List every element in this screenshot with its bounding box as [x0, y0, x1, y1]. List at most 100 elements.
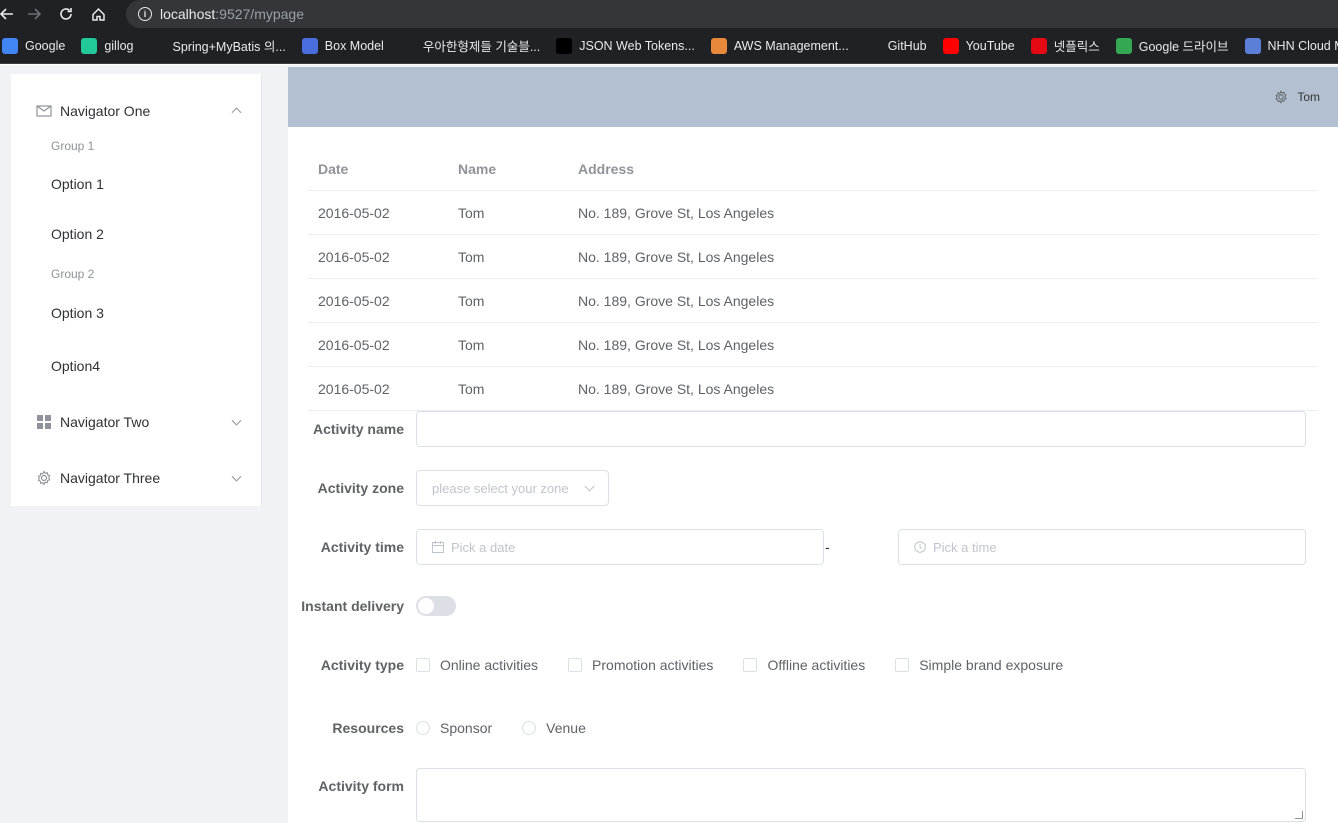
instant-delivery-switch[interactable] [416, 596, 456, 616]
bookmark-label: NHN Cloud Me [1267, 38, 1338, 53]
tistory-icon [149, 37, 166, 54]
label-activity-zone: Activity zone [317, 480, 404, 496]
reload-icon[interactable] [50, 0, 82, 28]
cell-name: Tom [458, 336, 485, 353]
checkbox-label: Offline activities [767, 657, 866, 673]
form-row-activity-form: Activity form [288, 768, 1338, 822]
bookmark-item[interactable]: JSON Web Tokens... [556, 37, 695, 54]
column-header-date[interactable]: Date [308, 161, 448, 177]
activity-zone-select[interactable]: please select your zone [416, 470, 609, 506]
menu-navigator-three[interactable]: Navigator Three [11, 450, 262, 506]
grid-icon [35, 413, 53, 431]
menu-navigator-two[interactable]: Navigator Two [11, 394, 262, 450]
aws-icon [710, 37, 727, 54]
calendar-icon [432, 541, 444, 553]
cell-address: No. 189, Grove St, Los Angeles [578, 380, 775, 397]
jwt-icon [556, 37, 573, 54]
checkbox[interactable] [895, 658, 910, 672]
group-title-1: Group 1 [51, 139, 95, 153]
velog-icon [81, 37, 98, 54]
bookmark-label: YouTube [965, 38, 1015, 53]
radio-button[interactable] [416, 721, 430, 735]
forward-icon[interactable] [18, 0, 50, 28]
drive-icon [1115, 37, 1132, 54]
menu-option-4[interactable]: Option4 [11, 341, 262, 391]
bookmark-item[interactable]: 넷플릭스 [1030, 36, 1100, 55]
chevron-down-icon [231, 415, 242, 426]
table-row[interactable]: 2016-05-02 Tom No. 189, Grove St, Los Ange… [308, 279, 1318, 323]
activity-type-option[interactable]: Promotion activities [568, 657, 713, 673]
label-activity-form: Activity form [318, 778, 404, 794]
home-icon[interactable] [82, 0, 114, 28]
github-icon [864, 37, 881, 54]
bookmark-item[interactable]: Box Model [301, 37, 384, 54]
cell-date: 2016-05-02 [318, 204, 390, 221]
bookmark-item[interactable]: AWS Management... [710, 37, 849, 54]
resource-option[interactable]: Sponsor [416, 720, 492, 736]
info-icon[interactable]: i [138, 7, 152, 21]
cell-address: No. 189, Grove St, Los Angeles [578, 204, 775, 221]
bookmark-label: gillog [104, 38, 134, 53]
menu-navigator-one-label: Navigator One [60, 103, 151, 119]
menu-navigator-one[interactable]: Navigator One [11, 83, 262, 139]
bookmark-label: 우아한형제들 기술블... [422, 40, 541, 54]
sidebar-menu: Navigator One Group 1 Option 1 Option 2 … [11, 74, 262, 506]
app-header: Tom [288, 67, 1338, 127]
date-placeholder: Pick a date [451, 539, 516, 555]
radio-button[interactable] [522, 721, 537, 735]
cell-name: Tom [458, 292, 485, 309]
activity-type-option[interactable]: Online activities [416, 657, 538, 673]
bookmark-item[interactable]: 우아한형제들 기술블... [399, 36, 541, 55]
message-icon [35, 102, 53, 120]
resource-option[interactable]: Venue [522, 720, 586, 736]
date-picker-input[interactable]: Pick a date [416, 529, 824, 565]
bookmark-item[interactable]: Google [2, 37, 66, 54]
bookmark-item[interactable]: GitHub [864, 37, 927, 54]
bookmark-item[interactable]: NHN Cloud Me [1244, 37, 1338, 54]
form-row-name: Activity name [288, 411, 1338, 447]
netflix-icon [1030, 37, 1047, 54]
activity-type-option[interactable]: Simple brand exposure [895, 657, 1063, 673]
bookmark-label: Google [25, 38, 66, 53]
bookmark-label: Spring+MyBatis 의... [172, 40, 286, 54]
bookmark-item[interactable]: Spring+MyBatis 의... [149, 36, 286, 55]
cell-address: No. 189, Grove St, Los Angeles [578, 292, 775, 309]
gear-icon [35, 469, 53, 487]
activity-form-textarea[interactable] [416, 768, 1306, 822]
menu-option-3[interactable]: Option 3 [11, 288, 262, 338]
activity-name-input[interactable] [416, 411, 1306, 447]
main-content: Date Name Address 2016-05-02 Tom No. 189, … [288, 127, 1338, 823]
bookmark-label: JSON Web Tokens... [579, 38, 695, 53]
table-row[interactable]: 2016-05-02 Tom No. 189, Grove St, Los Ange… [308, 235, 1318, 279]
cell-date: 2016-05-02 [318, 248, 390, 265]
menu-navigator-two-label: Navigator Two [60, 414, 150, 430]
table-row[interactable]: 2016-05-02 Tom No. 189, Grove St, Los Ange… [308, 191, 1318, 235]
checkbox[interactable] [568, 658, 583, 672]
bookmark-item[interactable]: gillog [81, 37, 134, 54]
checkbox[interactable] [416, 658, 430, 672]
form-row-time: Activity time Pick a date - Pick a time [288, 529, 1338, 565]
bookmark-item[interactable]: YouTube [942, 37, 1015, 54]
bookmark-label: Google 드라이브 [1138, 40, 1229, 54]
checkbox-label: Online activities [440, 657, 539, 673]
address-bar[interactable]: i localhost:9527/mypage [126, 0, 1338, 28]
checkbox[interactable] [743, 658, 758, 672]
menu-option-2[interactable]: Option 2 [11, 209, 262, 259]
radio-label: Sponsor [440, 720, 493, 736]
column-header-name[interactable]: Name [448, 161, 568, 177]
table-row[interactable]: 2016-05-02 Tom No. 189, Grove St, Los Ange… [308, 367, 1318, 411]
settings-gear-icon[interactable] [1274, 90, 1288, 104]
table-row[interactable]: 2016-05-02 Tom No. 189, Grove St, Los Ange… [308, 323, 1318, 367]
woowa-icon [399, 37, 416, 54]
activity-type-option[interactable]: Offline activities [743, 657, 865, 673]
cell-date: 2016-05-02 [318, 292, 390, 309]
bookmark-item[interactable]: Google 드라이브 [1115, 36, 1229, 55]
column-header-address[interactable]: Address [568, 161, 1318, 177]
header-username[interactable]: Tom [1297, 90, 1320, 104]
page: Navigator One Group 1 Option 1 Option 2 … [0, 65, 1338, 823]
time-picker-input[interactable]: Pick a time [898, 529, 1306, 565]
menu-option-1[interactable]: Option 1 [11, 159, 262, 209]
back-icon[interactable] [0, 0, 18, 28]
google-icon [2, 37, 18, 54]
form-row-resources: Resources Sponsor Venue [288, 710, 1338, 746]
